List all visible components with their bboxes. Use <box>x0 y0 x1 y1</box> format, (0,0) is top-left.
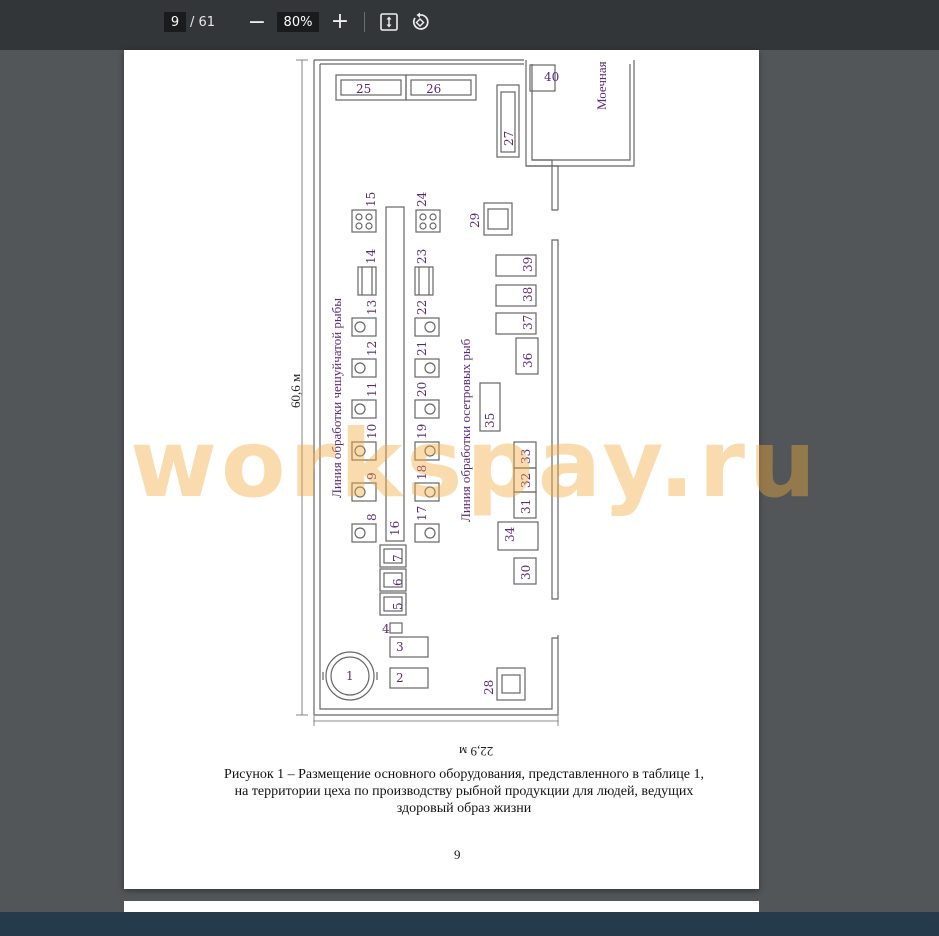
svg-text:33: 33 <box>519 449 533 464</box>
line2-label: Линия обработки осетровых рыб <box>458 338 473 522</box>
svg-text:29: 29 <box>468 213 482 228</box>
rotate-icon[interactable] <box>410 12 430 32</box>
svg-text:9: 9 <box>365 472 379 480</box>
svg-text:36: 36 <box>521 353 535 368</box>
room-label-washroom: Моечная <box>594 61 609 110</box>
svg-text:39: 39 <box>521 257 535 272</box>
svg-text:25: 25 <box>356 82 371 96</box>
svg-text:32: 32 <box>519 473 533 488</box>
svg-text:11: 11 <box>365 382 379 397</box>
toolbar-divider <box>364 12 365 32</box>
plus-icon[interactable]: + <box>330 9 350 34</box>
svg-text:31: 31 <box>519 499 533 514</box>
svg-text:6: 6 <box>391 578 405 586</box>
svg-text:14: 14 <box>364 248 378 264</box>
height-dimension-label: 60,6 м <box>288 373 303 408</box>
svg-text:22: 22 <box>415 300 429 315</box>
svg-text:10: 10 <box>365 424 379 439</box>
svg-text:27: 27 <box>502 131 516 146</box>
svg-text:26: 26 <box>426 82 441 96</box>
svg-text:38: 38 <box>521 287 535 302</box>
fit-page-icon[interactable] <box>379 12 399 32</box>
figure-caption: Рисунок 1 – Размещение основного оборудо… <box>224 767 704 816</box>
svg-text:8: 8 <box>365 513 379 521</box>
document-page: 25 26 40 27 29 15 24 14 23 13 12 11 10 9… <box>124 50 759 889</box>
svg-text:7: 7 <box>391 554 405 562</box>
svg-text:37: 37 <box>521 315 535 330</box>
svg-text:40: 40 <box>544 70 559 84</box>
svg-text:2: 2 <box>396 671 404 685</box>
svg-text:35: 35 <box>483 413 497 428</box>
svg-text:5: 5 <box>391 602 405 610</box>
svg-text:28: 28 <box>482 680 496 695</box>
svg-text:24: 24 <box>415 191 429 207</box>
svg-text:19: 19 <box>415 424 429 439</box>
svg-text:23: 23 <box>415 249 429 264</box>
svg-text:20: 20 <box>415 382 429 397</box>
svg-text:15: 15 <box>364 192 378 207</box>
floor-plan-drawing: 25 26 40 27 29 15 24 14 23 13 12 11 10 9… <box>296 59 635 726</box>
svg-text:13: 13 <box>365 300 379 315</box>
svg-text:21: 21 <box>415 341 429 356</box>
zoom-level-input[interactable]: 80% <box>277 12 319 32</box>
svg-text:34: 34 <box>503 526 517 542</box>
svg-text:16: 16 <box>388 521 402 536</box>
pdf-toolbar: 9 / 61 − 80% + <box>0 0 939 50</box>
page-total: / 61 <box>190 14 216 30</box>
svg-text:1: 1 <box>346 669 354 683</box>
svg-text:12: 12 <box>365 341 379 356</box>
svg-text:4: 4 <box>382 622 390 636</box>
svg-text:30: 30 <box>519 565 533 580</box>
taskbar <box>0 912 939 936</box>
minus-icon[interactable]: − <box>247 10 267 35</box>
page-number: 9 <box>454 847 461 862</box>
page-number-input[interactable]: 9 <box>164 12 186 32</box>
svg-text:17: 17 <box>415 506 429 521</box>
svg-text:3: 3 <box>396 640 404 654</box>
svg-text:18: 18 <box>415 465 429 480</box>
width-dimension-label: 22,9 м <box>459 744 494 759</box>
line1-label: Линия обработки чешуйчатой рыбы <box>329 298 344 498</box>
